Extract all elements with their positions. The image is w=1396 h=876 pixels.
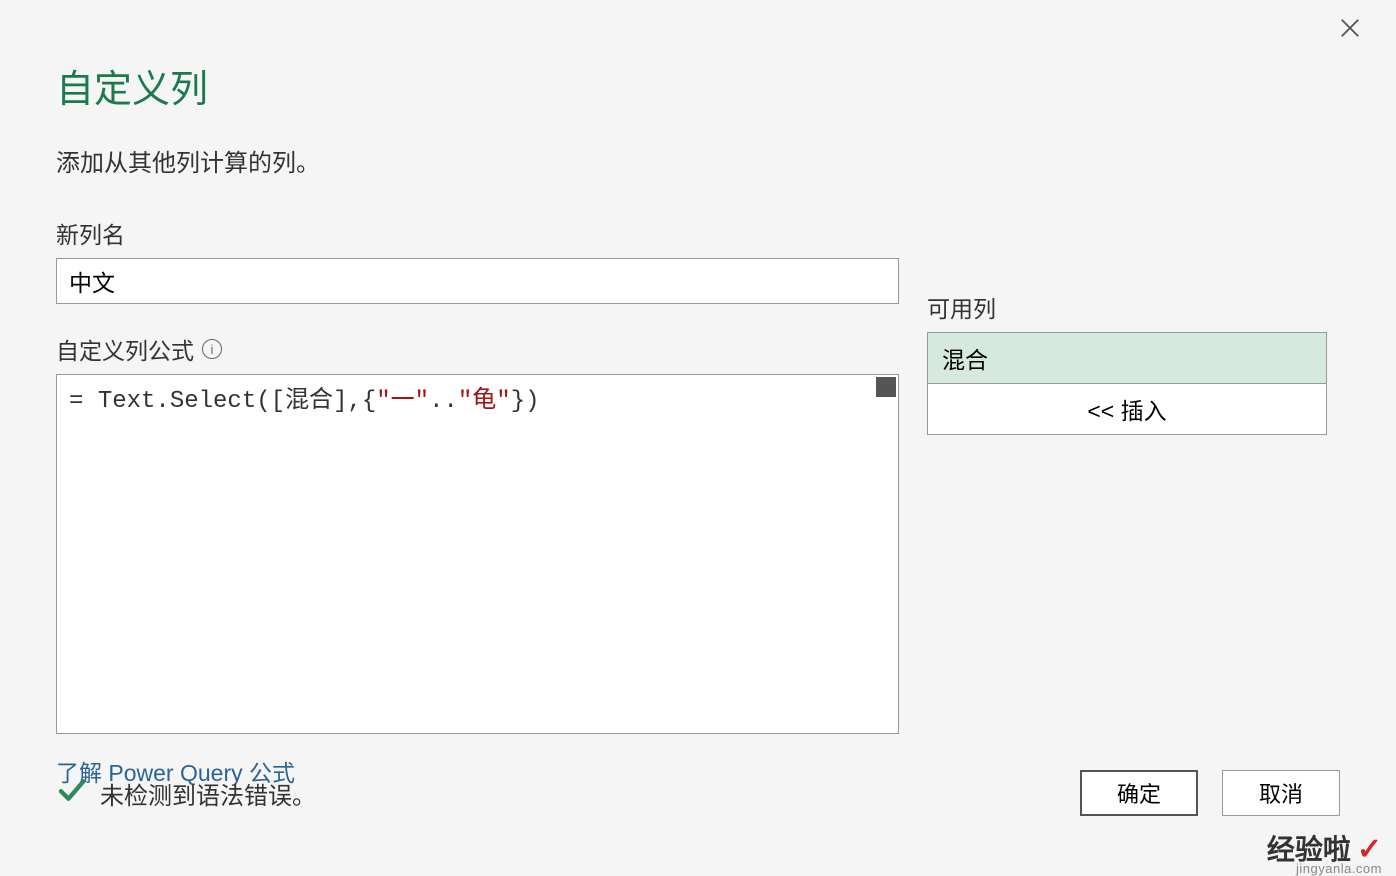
custom-column-dialog: 自定义列 添加从其他列计算的列。 新列名 自定义列公式 i = Text.Sel… (0, 0, 1396, 874)
available-columns-label: 可用列 (927, 290, 1327, 324)
formula-open: ([ (256, 388, 285, 415)
formula-content: = Text.Select([混合],{"一".."龟"}) (57, 375, 898, 429)
formula-str1: "一" (376, 388, 429, 415)
formula-editor[interactable]: = Text.Select([混合],{"一".."龟"}) (56, 374, 899, 734)
validation-text: 未检测到语法错误。 (100, 776, 316, 811)
info-icon[interactable]: i (202, 339, 222, 359)
ok-button[interactable]: 确定 (1080, 770, 1198, 816)
validation-status: 未检测到语法错误。 (56, 775, 316, 812)
button-group: 确定 取消 (1080, 770, 1340, 816)
left-column: 新列名 自定义列公式 i = Text.Select([混合],{"一".."龟… (56, 216, 899, 788)
insert-button[interactable]: << 插入 (928, 383, 1326, 434)
formula-str2: "龟" (458, 388, 511, 415)
check-icon (56, 775, 86, 812)
new-column-label: 新列名 (56, 216, 899, 250)
right-column: 可用列 混合 << 插入 (927, 216, 1327, 788)
formula-dots: .. (429, 388, 458, 415)
formula-label: 自定义列公式 i (56, 332, 899, 366)
available-columns-list: 混合 << 插入 (927, 332, 1327, 435)
formula-prefix: = (69, 388, 98, 415)
dialog-title: 自定义列 (56, 58, 1340, 113)
formula-close: }) (511, 388, 540, 415)
dialog-subtitle: 添加从其他列计算的列。 (56, 143, 1340, 178)
dialog-footer: 未检测到语法错误。 确定 取消 (56, 770, 1340, 816)
formula-func: Text.Select (98, 388, 256, 415)
scrollbar-thumb[interactable] (876, 377, 896, 397)
new-column-input[interactable] (56, 258, 899, 304)
content-row: 新列名 自定义列公式 i = Text.Select([混合],{"一".."龟… (56, 216, 1340, 788)
formula-label-text: 自定义列公式 (56, 332, 194, 366)
list-item[interactable]: 混合 (928, 333, 1326, 383)
formula-mid: ],{ (333, 388, 376, 415)
close-icon (1339, 17, 1361, 44)
close-button[interactable] (1334, 14, 1366, 46)
formula-col: 混合 (285, 388, 333, 415)
cancel-button[interactable]: 取消 (1222, 770, 1340, 816)
